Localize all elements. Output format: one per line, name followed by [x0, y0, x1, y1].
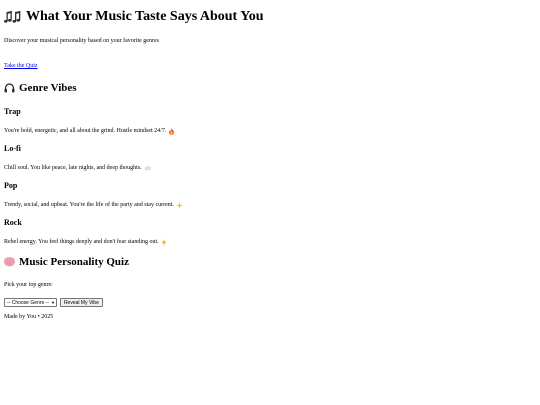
page-title-row: What Your Music Taste Says About You: [4, 9, 536, 25]
take-quiz-link[interactable]: Take the Quiz: [4, 62, 38, 70]
sparkle-star-icon: [175, 201, 183, 209]
quiz-heading: Music Personality Quiz: [19, 256, 129, 268]
genre-name-pop: Pop: [4, 181, 18, 190]
genre-description-lofi-text: Chill soul. You like peace, late nights,…: [4, 165, 142, 171]
genre-description-pop-text: Trendy, social, and upbeat. You're the l…: [4, 202, 174, 208]
musical-notes-icon: [4, 10, 21, 24]
quiz-prompt: Pick your top genre:: [4, 282, 53, 288]
genre-vibes-heading-row: Genre Vibes: [4, 81, 536, 95]
genre-select-value: -- Choose Genre --: [7, 299, 49, 306]
headphones-icon: [4, 83, 15, 93]
genre-name-trap: Trap: [4, 107, 21, 116]
page-subtitle: Discover your musical personality based …: [4, 38, 159, 44]
genre-vibes-heading: Genre Vibes: [19, 82, 77, 94]
page-title: What Your Music Taste Says About You: [26, 9, 264, 24]
reveal-vibe-button[interactable]: Reveal My Vibe: [59, 298, 103, 307]
genre-description-rock-text: Rebel energy. You feel things deeply and…: [4, 239, 159, 245]
genre-description-trap: You're bold, energetic, and all about th…: [4, 127, 536, 135]
genre-description-trap-text: You're bold, energetic, and all about th…: [4, 128, 167, 134]
quiz-heading-row: Music Personality Quiz: [4, 255, 536, 269]
genre-description-lofi: Chill soul. You like peace, late nights,…: [4, 164, 536, 172]
genre-description-rock: Rebel energy. You feel things deeply and…: [4, 238, 536, 246]
page: What Your Music Taste Says About You Dis…: [0, 0, 540, 321]
genre-select[interactable]: -- Choose Genre -- ▼: [4, 298, 57, 307]
genre-name-rock: Rock: [4, 218, 22, 227]
brain-icon: [4, 257, 15, 267]
cloud-icon: [144, 165, 151, 172]
fire-icon: [168, 127, 175, 135]
genre-description-pop: Trendy, social, and upbeat. You're the l…: [4, 201, 536, 209]
footer-text: Made by You • 2025: [4, 314, 54, 320]
quiz-controls: -- Choose Genre -- ▼ Reveal My Vibe: [4, 298, 536, 307]
genre-name-lofi: Lo-fi: [4, 144, 21, 153]
chevron-down-icon: ▼: [50, 299, 55, 305]
lightning-icon: [161, 238, 168, 246]
